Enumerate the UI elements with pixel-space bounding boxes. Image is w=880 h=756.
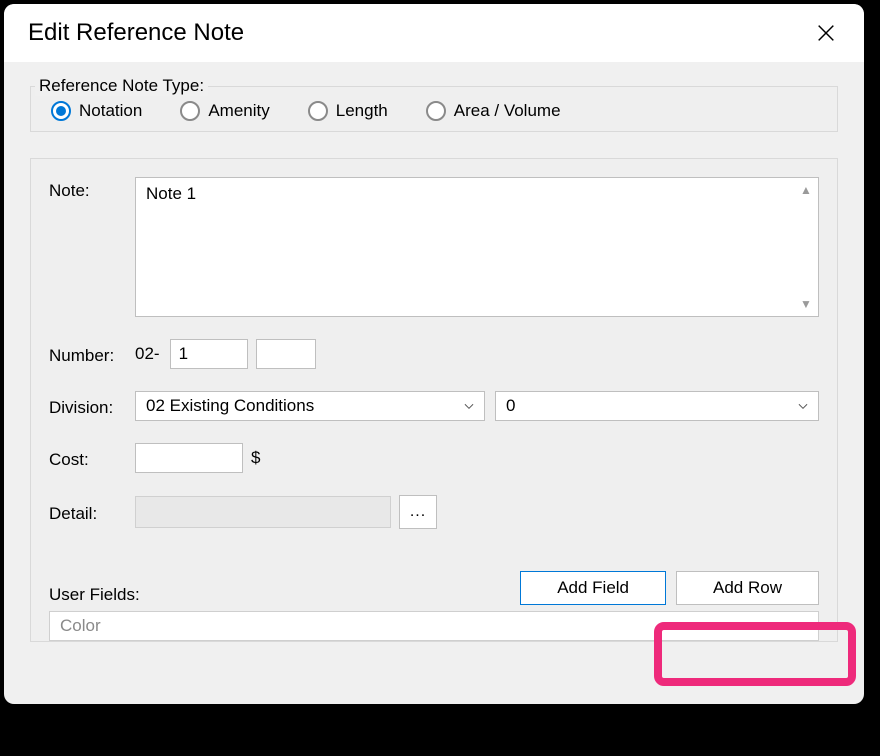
- number-input-1[interactable]: [170, 339, 248, 369]
- cost-row: Cost: $: [49, 443, 819, 473]
- user-fields-table[interactable]: Color: [49, 611, 819, 641]
- dialog-window: Edit Reference Note Reference Note Type:…: [4, 4, 864, 704]
- number-label: Number:: [49, 342, 135, 366]
- cost-label: Cost:: [49, 446, 135, 470]
- number-row: Number: 02-: [49, 339, 819, 369]
- number-prefix: 02-: [135, 344, 160, 364]
- user-fields-column-header: Color: [60, 616, 101, 635]
- note-row: Note: Note 1 ▲ ▼: [49, 177, 819, 317]
- detail-label: Detail:: [49, 500, 135, 524]
- chevron-down-icon: [462, 399, 476, 413]
- detail-row: Detail: ...: [49, 495, 819, 529]
- division-select[interactable]: 02 Existing Conditions: [135, 391, 485, 421]
- division-row: Division: 02 Existing Conditions 0: [49, 391, 819, 421]
- radio-button-icon: [426, 101, 446, 121]
- division-sub-select[interactable]: 0: [495, 391, 819, 421]
- scroll-up-icon[interactable]: ▲: [798, 182, 814, 198]
- division-label: Division:: [49, 394, 135, 418]
- detail-browse-button[interactable]: ...: [399, 495, 437, 529]
- note-textarea[interactable]: Note 1 ▲ ▼: [135, 177, 819, 317]
- radio-label: Length: [336, 101, 388, 121]
- radio-button-icon: [308, 101, 328, 121]
- detail-input[interactable]: [135, 496, 391, 528]
- division-sub-value: 0: [506, 396, 515, 416]
- radio-button-icon: [180, 101, 200, 121]
- division-value: 02 Existing Conditions: [146, 396, 314, 416]
- chevron-down-icon: [796, 399, 810, 413]
- radio-notation[interactable]: Notation: [51, 101, 142, 121]
- note-label: Note:: [49, 177, 135, 201]
- button-label: Add Row: [713, 578, 782, 598]
- scroll-down-icon[interactable]: ▼: [798, 296, 814, 312]
- titlebar: Edit Reference Note: [4, 4, 864, 62]
- radio-button-icon: [51, 101, 71, 121]
- user-fields-header: User Fields: Add Field Add Row: [49, 571, 819, 605]
- radio-row: Notation Amenity Length Area / Volume: [45, 101, 823, 121]
- radio-label: Notation: [79, 101, 142, 121]
- button-label: Add Field: [557, 578, 629, 598]
- add-field-button[interactable]: Add Field: [520, 571, 666, 605]
- add-row-button[interactable]: Add Row: [676, 571, 819, 605]
- ellipsis-icon: ...: [410, 503, 426, 521]
- close-icon: [815, 22, 837, 44]
- dialog-title: Edit Reference Note: [28, 19, 244, 47]
- number-input-2[interactable]: [256, 339, 316, 369]
- dialog-body: Reference Note Type: Notation Amenity Le…: [4, 62, 864, 642]
- cost-input[interactable]: [135, 443, 243, 473]
- main-form-group: Note: Note 1 ▲ ▼ Number: 02- Division:: [30, 158, 838, 642]
- note-value: Note 1: [136, 178, 818, 210]
- radio-amenity[interactable]: Amenity: [180, 101, 269, 121]
- radio-area-volume[interactable]: Area / Volume: [426, 101, 561, 121]
- close-button[interactable]: [812, 19, 840, 47]
- radio-label: Amenity: [208, 101, 269, 121]
- radio-label: Area / Volume: [454, 101, 561, 121]
- reference-note-type-label: Reference Note Type:: [35, 76, 208, 96]
- user-fields-label: User Fields:: [49, 585, 140, 605]
- reference-note-type-group: Reference Note Type: Notation Amenity Le…: [30, 86, 838, 132]
- cost-suffix: $: [251, 448, 260, 468]
- radio-length[interactable]: Length: [308, 101, 388, 121]
